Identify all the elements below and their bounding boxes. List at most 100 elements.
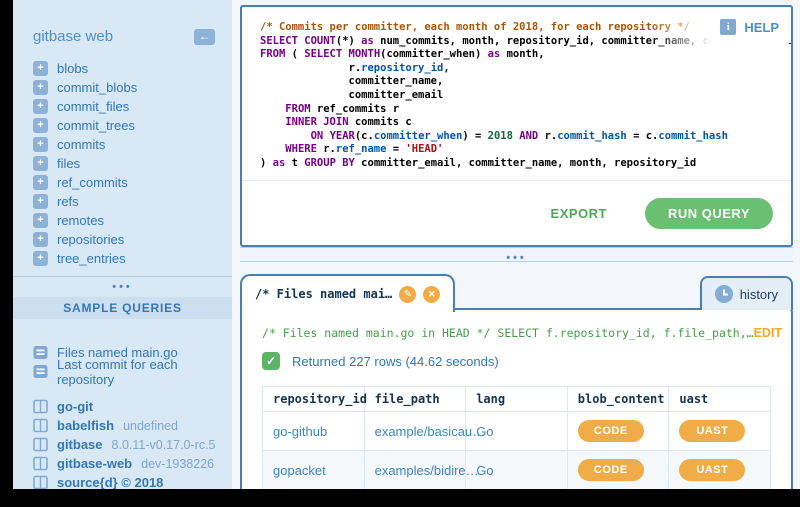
expand-plus-icon[interactable]: + (33, 213, 48, 228)
sample-queries-header: SAMPLE QUERIES (13, 297, 232, 319)
table-name: commit_trees (57, 118, 135, 133)
sidebar-item-commit_blobs[interactable]: + commit_blobs (13, 78, 232, 97)
panel-splitter[interactable]: ••• (240, 247, 793, 262)
sidebar-item-tree_entries[interactable]: + tree_entries (13, 249, 232, 268)
success-check-icon: ✓ (262, 352, 280, 370)
history-label: history (740, 287, 778, 302)
main-area: /* Commits per committer, each month of … (232, 0, 800, 507)
run-query-button[interactable]: RUN QUERY (645, 198, 773, 229)
book-icon (33, 437, 48, 452)
sidebar-item-ref_commits[interactable]: + ref_commits (13, 173, 232, 192)
help-label: HELP (744, 20, 779, 35)
sidebar-item-commit_trees[interactable]: + commit_trees (13, 116, 232, 135)
query-summary: /* Files named main.go in HEAD */ SELECT… (262, 326, 754, 340)
info-value: undefined (123, 419, 178, 433)
sample-query-item[interactable]: Last commit for each repository (13, 362, 232, 381)
drag-handle-dots-icon: ••• (112, 282, 133, 292)
table-name: commits (57, 137, 105, 152)
sql-editor[interactable]: /* Commits per committer, each month of … (242, 7, 791, 178)
screenshot-bottom-edge (0, 489, 800, 507)
clipboard-icon (33, 345, 48, 360)
table-row: gopacketexamples/bidire…GoCODEUAST (263, 451, 771, 490)
info-item: babelfish undefined (13, 416, 232, 435)
expand-plus-icon[interactable]: + (33, 137, 48, 152)
expand-plus-icon[interactable]: + (33, 61, 48, 76)
info-name: gitbase-web (57, 456, 132, 471)
expand-plus-icon[interactable]: + (33, 156, 48, 171)
clock-icon (715, 285, 733, 303)
column-header-repository_id: repository_id (263, 387, 365, 412)
info-item: gitbase-web dev-1938226 (13, 454, 232, 473)
info-name: source{d} © 2018 (57, 475, 163, 490)
code-button[interactable]: CODE (578, 420, 644, 442)
table-name: files (57, 156, 80, 171)
sidebar-item-blobs[interactable]: + blobs (13, 59, 232, 78)
drag-handle-dots-icon: ••• (506, 252, 527, 265)
code-line: ON YEAR(c.committer_when) = 2018 AND r.c… (260, 130, 785, 144)
info-name: go-git (57, 399, 93, 414)
code-line: committer_name, (260, 75, 785, 89)
expand-plus-icon[interactable]: + (33, 194, 48, 209)
expand-plus-icon[interactable]: + (33, 251, 48, 266)
info-item: gitbase8.0.11-v0.17.0-rc.5 (13, 435, 232, 454)
column-header-file_path: file_path (364, 387, 466, 412)
table-row: go-githubexample/basicau…GoCODEUAST (263, 412, 771, 451)
close-icon[interactable]: ✕ (423, 286, 440, 303)
tab-title: /* Files named mai… (255, 287, 392, 301)
sidebar-splitter[interactable]: ••• (13, 276, 232, 295)
table-name: commit_files (57, 99, 129, 114)
table-name: repositories (57, 232, 124, 247)
info-item: go-git (13, 397, 232, 416)
tab-query-result[interactable]: /* Files named mai… ✎ ✕ (240, 274, 455, 312)
table-name: commit_blobs (57, 80, 137, 95)
sample-query-label: Last commit for each repository (57, 357, 232, 387)
sidebar-item-repositories[interactable]: + repositories (13, 230, 232, 249)
info-value: dev-1938226 (141, 457, 214, 471)
table-name: tree_entries (57, 251, 126, 266)
screenshot-left-edge (0, 0, 13, 507)
code-line: INNER JOIN commits c (260, 116, 785, 130)
book-icon (33, 399, 48, 414)
sidebar-item-commits[interactable]: + commits (13, 135, 232, 154)
column-header-blob_content: blob_content (567, 387, 669, 412)
sidebar-item-remotes[interactable]: +remotes (13, 211, 232, 230)
uast-button[interactable]: UAST (679, 459, 745, 481)
status-text: Returned 227 rows (44.62 seconds) (292, 354, 499, 369)
code-line: r.repository_id, (260, 62, 785, 76)
info-icon: i (720, 19, 736, 35)
edit-button[interactable]: EDIT (754, 326, 782, 340)
results-table: repository_idfile_pathlangblob_contentua… (262, 386, 771, 490)
info-name: gitbase (57, 437, 103, 452)
uast-button[interactable]: UAST (679, 420, 745, 442)
table-name: blobs (57, 61, 88, 76)
sample-queries-list: Files named main.goLast commit for each … (13, 343, 232, 381)
editor-footer: EXPORT RUN QUERY (242, 180, 791, 245)
clipboard-icon (33, 364, 48, 379)
expand-plus-icon[interactable]: + (33, 175, 48, 190)
version-info-list: go-git babelfish undefined gitbase8.0.11-v0… (13, 397, 232, 492)
help-button[interactable]: i HELP (720, 19, 779, 35)
tab-history[interactable]: history (700, 276, 793, 310)
app-title: gitbase web (33, 28, 113, 45)
results-panel: /* Files named main.go in HEAD */ SELECT… (240, 308, 793, 507)
edit-pencil-icon[interactable]: ✎ (399, 286, 416, 303)
info-name: babelfish (57, 418, 114, 433)
collapse-sidebar-arrow-left-icon[interactable]: ← (194, 29, 215, 45)
code-line: WHERE r.ref_name = 'HEAD' (260, 143, 785, 157)
expand-plus-icon[interactable]: + (33, 99, 48, 114)
sidebar-item-refs[interactable]: +refs (13, 192, 232, 211)
sidebar-item-commit_files[interactable]: + commit_files (13, 97, 232, 116)
book-icon (33, 418, 48, 433)
sidebar: gitbase web ← + blobs + commit_blobs + commit… (13, 0, 232, 489)
expand-plus-icon[interactable]: + (33, 118, 48, 133)
code-line: FROM ref_commits r (260, 103, 785, 117)
code-button[interactable]: CODE (578, 459, 644, 481)
sidebar-item-files[interactable]: + files (13, 154, 232, 173)
sql-editor-panel: /* Commits per committer, each month of … (240, 5, 793, 247)
expand-plus-icon[interactable]: + (33, 80, 48, 95)
tables-list: + blobs + commit_blobs + commit_files + commit_… (13, 59, 232, 268)
export-button[interactable]: EXPORT (551, 206, 607, 221)
expand-plus-icon[interactable]: + (33, 232, 48, 247)
table-name: ref_commits (57, 175, 128, 190)
column-header-uast: uast (669, 387, 771, 412)
